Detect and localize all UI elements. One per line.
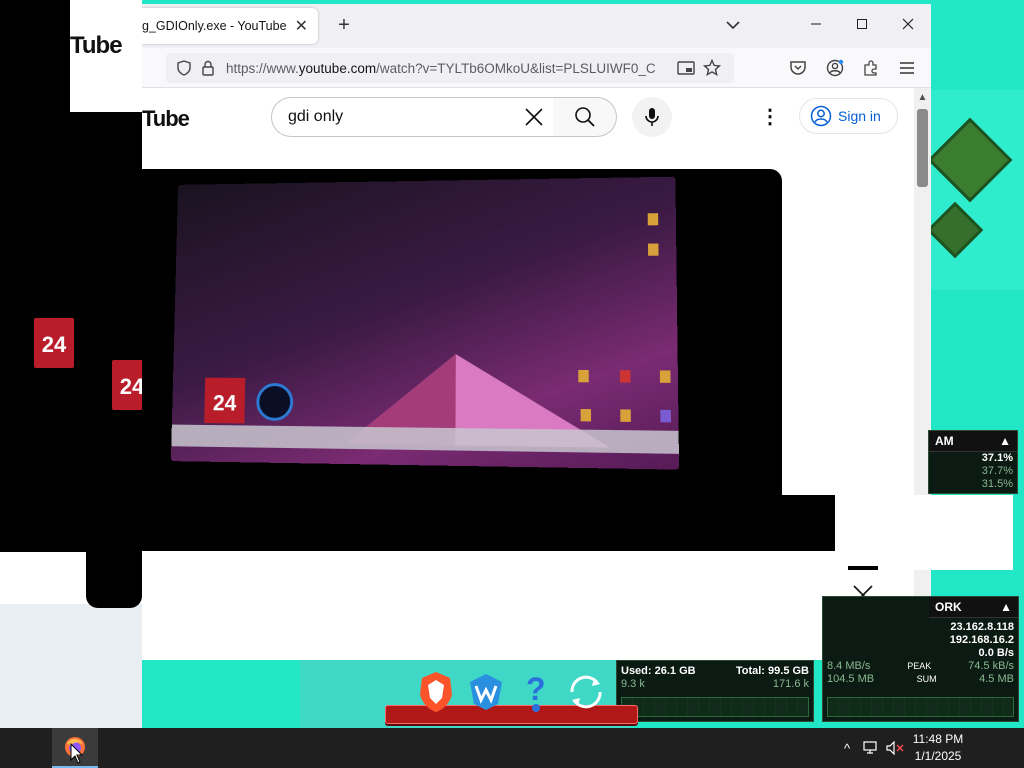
lock-icon[interactable] — [198, 58, 218, 78]
network-peak-up: 74.5 kB/s — [968, 660, 1014, 672]
user-circle-icon — [810, 105, 832, 127]
show-desktop-button[interactable] — [1008, 728, 1024, 768]
tab-close-icon[interactable]: ✕ — [295, 16, 308, 36]
disk-total: Total: 99.5 GB — [735, 665, 809, 677]
ghost-calendar: 24 — [34, 318, 74, 368]
search-button[interactable] — [553, 97, 617, 137]
help-icon[interactable]: ? — [514, 670, 558, 714]
brave-browser-icon[interactable] — [414, 670, 458, 714]
video-app-icon — [619, 370, 631, 383]
url-bar[interactable]: https://www.youtube.com/watch?v=TYLTb6OM… — [166, 53, 734, 83]
video-folder-icon — [647, 243, 659, 256]
video-folder-icon — [578, 369, 589, 383]
glitch-artifact — [835, 495, 1013, 570]
below-video-area — [142, 551, 914, 660]
extensions-icon[interactable] — [861, 58, 881, 78]
youtube-header: Tube gdi only ⋮ Sign in — [142, 88, 914, 148]
ghost-logo: Tube — [70, 32, 123, 59]
video-clock-widget — [256, 382, 294, 422]
url-text[interactable]: https://www.youtube.com/watch?v=TYLTb6OM… — [226, 61, 670, 76]
new-tab-button[interactable]: + — [330, 12, 358, 40]
wise-care-icon[interactable] — [464, 670, 508, 714]
network-rate: 0.0 B/s — [978, 647, 1014, 659]
clock-date: 1/1/2025 — [914, 749, 962, 763]
network-ip-public: 23.162.8.118 — [950, 621, 1014, 633]
navigation-bar: https://www.youtube.com/watch?v=TYLTb6OM… — [142, 48, 931, 88]
ram-widget-header: AM ▲ — [929, 431, 1017, 452]
hamburger-menu-icon[interactable] — [897, 58, 917, 78]
sign-in-button[interactable]: Sign in — [799, 98, 898, 134]
video-calendar-widget: 24 — [204, 377, 246, 424]
video-folder-icon — [580, 408, 592, 422]
network-widget-header: ORK ▲ — [929, 597, 1018, 618]
ram-usage-value: 31.5% — [981, 478, 1013, 490]
network-peak-down: 8.4 MB/s — [827, 660, 871, 672]
collapse-icon[interactable]: ▲ — [999, 434, 1011, 448]
network-ip-local: 192.168.16.2 — [949, 634, 1014, 646]
ram-widget: AM ▲ 37.1% 37.7% 31.5% — [928, 430, 1018, 494]
glitch-ghost-window: Tube 24 24 — [0, 0, 152, 552]
browser-window: g_GDIOnly.exe - YouTube ✕ + https://www.… — [142, 4, 931, 660]
video-folder-icon — [647, 213, 659, 226]
video-folder-icon — [620, 409, 631, 422]
picture-in-picture-icon[interactable] — [676, 58, 696, 78]
mouse-cursor-icon — [70, 743, 84, 764]
glitch-artifact — [782, 495, 835, 551]
ram-usage-value: 37.7% — [981, 465, 1013, 477]
clock-time: 11:48 PM — [912, 732, 964, 746]
network-tray-icon[interactable] — [860, 728, 882, 768]
disk-graph — [621, 697, 809, 717]
ghost-divider — [70, 112, 142, 132]
sync-icon[interactable] — [564, 670, 608, 714]
disk-write: 171.6 k — [772, 678, 809, 690]
tab-active[interactable]: g_GDIOnly.exe - YouTube ✕ — [142, 8, 318, 44]
clear-search-icon[interactable] — [522, 105, 546, 129]
voice-search-button[interactable] — [632, 97, 672, 137]
microphone-icon — [645, 108, 659, 126]
video-taskbar — [171, 424, 679, 454]
network-widget-title: ORK — [935, 600, 962, 614]
search-input[interactable]: gdi only — [271, 97, 554, 137]
disk-used: Used: 26.1 GB — [621, 665, 696, 677]
more-options-icon[interactable]: ⋮ — [760, 104, 780, 130]
tab-title: g_GDIOnly.exe - YouTube — [142, 19, 286, 33]
video-player[interactable]: 24 — [142, 169, 782, 551]
pocket-icon[interactable] — [788, 58, 808, 78]
tab-bar: g_GDIOnly.exe - YouTube ✕ + — [142, 4, 931, 48]
bookmark-star-icon[interactable] — [702, 58, 722, 78]
network-sum-label: SUM — [916, 674, 937, 684]
network-peak-label: PEAK — [907, 661, 932, 671]
shield-icon[interactable] — [174, 58, 194, 78]
glitch-artifact — [848, 566, 878, 570]
account-icon[interactable] — [825, 58, 845, 78]
maximize-button[interactable] — [850, 14, 874, 38]
collapse-icon[interactable]: ▲ — [1000, 600, 1012, 614]
scroll-up-arrow[interactable]: ▲ — [914, 90, 931, 106]
video-folder-icon — [659, 370, 671, 383]
taskbar-clock[interactable]: 11:48 PM 1/1/2025 — [900, 731, 976, 765]
svg-text:?: ? — [526, 671, 546, 707]
disk-widget: Used: 26.1 GB Total: 99.5 GB 9.3 k 171.6 k — [616, 660, 814, 722]
tray-overflow-chevron[interactable]: ^ — [838, 728, 856, 768]
scrollbar-thumb[interactable] — [914, 106, 931, 190]
glitch-ghost-strip — [86, 552, 142, 608]
ram-usage-value: 37.1% — [981, 452, 1013, 464]
network-sum-down: 104.5 MB — [827, 673, 875, 685]
close-window-button[interactable] — [896, 14, 920, 38]
list-all-tabs-button[interactable] — [721, 14, 745, 38]
ram-widget-title: AM — [935, 434, 954, 448]
minimize-button[interactable] — [804, 14, 828, 38]
network-graph — [827, 697, 1014, 717]
disk-read: 9.3 k — [621, 678, 645, 690]
youtube-logo[interactable]: Tube — [142, 106, 190, 132]
network-widget: ORK ▲ 23.162.8.118 192.168.16.2 0.0 B/s … — [822, 596, 1019, 722]
search-icon — [574, 107, 595, 127]
video-frame-screen: 24 — [170, 176, 680, 470]
sign-in-label: Sign in — [838, 108, 881, 124]
network-sum-up: 4.5 MB — [979, 673, 1014, 685]
video-app-icon — [660, 409, 672, 423]
windows-taskbar: ^ 11:48 PM 1/1/2025 — [0, 728, 1024, 768]
